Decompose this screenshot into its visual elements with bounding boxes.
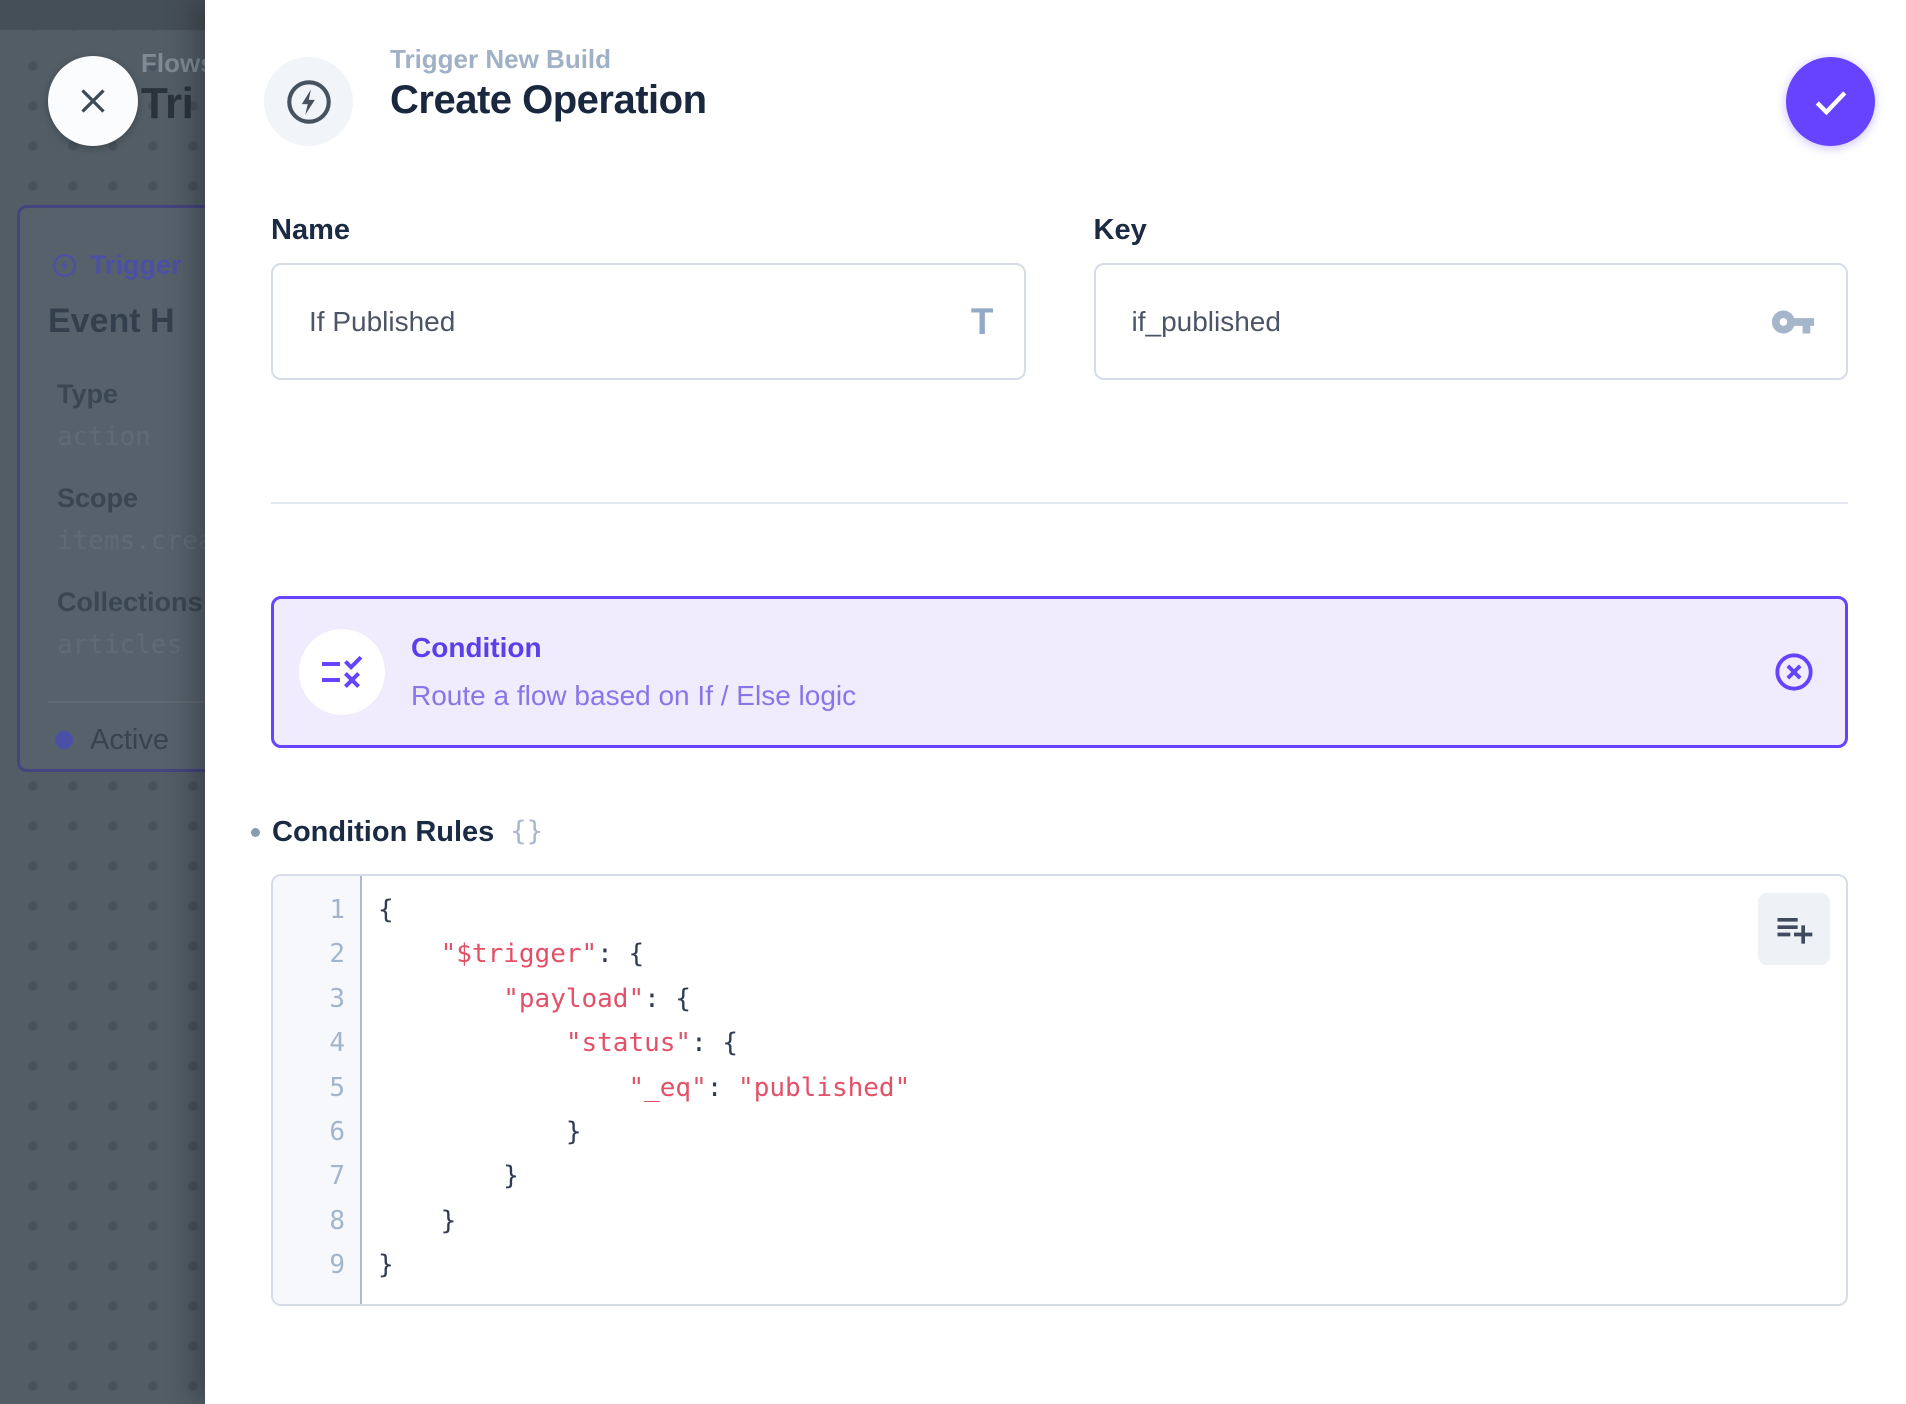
editor-line-numbers: 123456789 <box>273 876 362 1304</box>
condition-title: Condition <box>411 632 856 664</box>
operation-form: Name T Key <box>271 213 1848 380</box>
status-dot <box>55 731 73 749</box>
condition-icon-circle <box>299 629 385 715</box>
create-operation-drawer: Trigger New Build Create Operation Name … <box>205 0 1906 1404</box>
close-drawer-button[interactable] <box>48 56 138 146</box>
operation-header-icon-circle <box>264 57 353 146</box>
condition-subtitle: Route a flow based on If / Else logic <box>411 680 856 712</box>
line-number: 9 <box>273 1243 345 1287</box>
line-number: 2 <box>273 932 345 976</box>
title-icon: T <box>971 303 994 340</box>
drawer-breadcrumb: Trigger New Build <box>390 44 611 75</box>
name-input[interactable] <box>309 306 971 338</box>
name-field-label: Name <box>271 213 1026 247</box>
key-input-box <box>1094 263 1849 380</box>
key-field-label: Key <box>1094 213 1849 247</box>
check-icon <box>1809 80 1853 124</box>
status-label: Active <box>90 724 169 757</box>
condition-operation-panel[interactable]: Condition Route a flow based on If / Els… <box>271 596 1848 748</box>
line-number: 3 <box>273 977 345 1021</box>
key-field-group: Key <box>1094 213 1849 380</box>
rule-icon <box>318 648 366 696</box>
bolt-circle-icon <box>51 252 78 279</box>
close-icon <box>72 80 114 122</box>
condition-texts: Condition Route a flow based on If / Els… <box>411 632 856 712</box>
code-line: { <box>378 888 1846 932</box>
line-number: 4 <box>273 1021 345 1065</box>
section-divider <box>271 502 1848 504</box>
line-number: 7 <box>273 1154 345 1198</box>
trigger-chip-label: Trigger <box>90 250 182 281</box>
line-number: 1 <box>273 888 345 932</box>
save-button[interactable] <box>1786 57 1875 146</box>
cancel-circle-icon <box>1771 649 1817 695</box>
code-line: } <box>378 1154 1846 1198</box>
code-line: "$trigger": { <box>378 932 1846 976</box>
condition-rules-label: Condition Rules <box>272 816 494 849</box>
line-number: 8 <box>273 1199 345 1243</box>
code-line: "_eq": "published" <box>378 1066 1846 1110</box>
name-input-box: T <box>271 263 1026 380</box>
raw-value-icon: {} <box>510 816 543 847</box>
key-icon <box>1770 299 1816 345</box>
background-breadcrumb: Flows <box>141 48 215 79</box>
background-page-title: Tri <box>141 79 193 129</box>
code-line: } <box>378 1199 1846 1243</box>
code-line: } <box>378 1243 1846 1287</box>
trigger-chip: Trigger <box>51 250 182 281</box>
line-number: 5 <box>273 1066 345 1110</box>
condition-rules-header: Condition Rules {} <box>251 814 543 850</box>
editor-template-button[interactable] <box>1758 893 1830 965</box>
code-line: } <box>378 1110 1846 1154</box>
name-field-group: Name T <box>271 213 1026 380</box>
bolt-circle-icon <box>283 76 335 128</box>
code-line: "payload": { <box>378 977 1846 1021</box>
editor-code-area[interactable]: { "$trigger": { "payload": { "status": {… <box>362 876 1846 1304</box>
playlist-add-icon <box>1772 907 1816 951</box>
condition-rules-editor: 123456789 { "$trigger": { "payload": { "… <box>271 874 1848 1306</box>
remove-condition-button[interactable] <box>1771 649 1817 695</box>
line-number: 6 <box>273 1110 345 1154</box>
screen: Flows Tri Trigger Event H TypeactionScop… <box>0 0 1906 1404</box>
drawer-title: Create Operation <box>390 78 707 123</box>
edited-indicator-dot <box>251 828 260 837</box>
key-input[interactable] <box>1132 306 1771 338</box>
trigger-card-title: Event H <box>48 302 175 341</box>
code-line: "status": { <box>378 1021 1846 1065</box>
